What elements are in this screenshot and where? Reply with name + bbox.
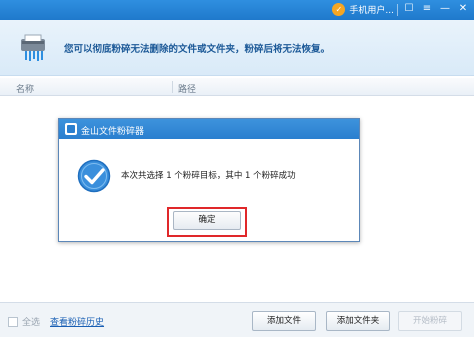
footer-bar: 全选 查看粉碎历史 添加文件 添加文件夹 开始粉碎 — [0, 302, 474, 337]
shredder-icon — [21, 34, 45, 61]
user-avatar-icon: ✓ — [332, 3, 346, 16]
info-banner: 您可以彻底粉碎无法删除的文件或文件夹，粉碎后将无法恢复。 — [0, 20, 474, 76]
title-bar: ✓ 手机用户... ☐ ≡ — ✕ — [0, 0, 474, 20]
success-check-icon — [77, 159, 111, 193]
add-folder-button[interactable]: 添加文件夹 — [326, 311, 390, 331]
dialog-title-bar[interactable]: 金山文件粉碎器 — [59, 119, 359, 139]
dialog-message: 本次共选择 1 个粉碎目标，其中 1 个粉碎成功 — [121, 171, 296, 181]
column-divider[interactable] — [172, 81, 173, 93]
app-icon — [65, 123, 77, 135]
select-all-label: 全选 — [22, 318, 41, 328]
view-history-link[interactable]: 查看粉碎历史 — [50, 315, 104, 328]
user-account[interactable]: ✓ 手机用户... — [332, 3, 394, 16]
window-controls: ☐ ≡ — ✕ — [402, 2, 470, 16]
select-all-checkbox[interactable]: 全选 — [8, 315, 40, 328]
checkbox-icon[interactable] — [8, 316, 18, 327]
feedback-icon[interactable]: ☐ — [402, 2, 416, 16]
minimize-icon[interactable]: — — [438, 2, 452, 16]
banner-message: 您可以彻底粉碎无法删除的文件或文件夹，粉碎后将无法恢复。 — [64, 44, 331, 55]
close-icon[interactable]: ✕ — [456, 2, 470, 16]
add-file-button[interactable]: 添加文件 — [252, 311, 316, 331]
title-separator — [397, 4, 398, 16]
file-table-header: 名称 路径 — [0, 78, 474, 96]
column-name-header[interactable]: 名称 — [16, 82, 34, 95]
dialog-title: 金山文件粉碎器 — [81, 127, 145, 137]
column-path-header[interactable]: 路径 — [178, 82, 196, 95]
result-dialog: 金山文件粉碎器 本次共选择 1 个粉碎目标，其中 1 个粉碎成功 确定 — [58, 118, 360, 242]
user-name: 手机用户... — [349, 6, 394, 16]
ok-button[interactable]: 确定 — [173, 211, 241, 230]
start-shred-button[interactable]: 开始粉碎 — [398, 311, 462, 331]
menu-icon[interactable]: ≡ — [420, 2, 434, 16]
